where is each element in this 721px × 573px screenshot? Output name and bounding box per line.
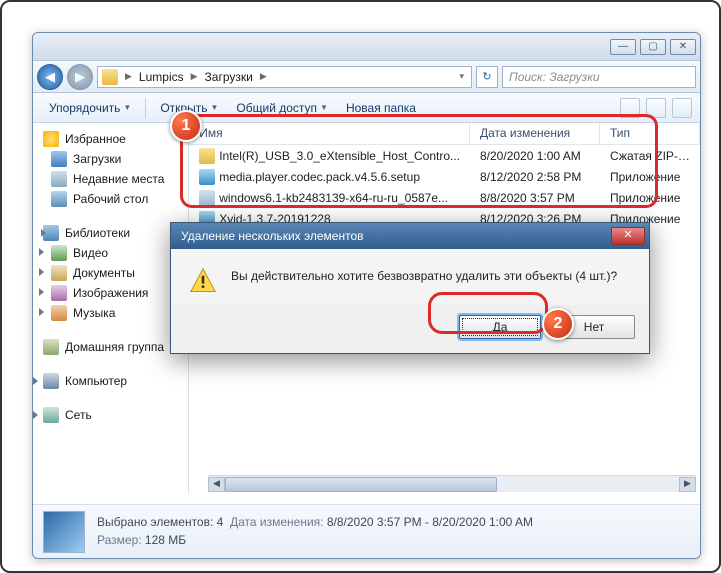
column-headers: Имя Дата изменения Тип xyxy=(189,123,700,145)
sidebar-favorites[interactable]: Избранное xyxy=(33,129,188,149)
downloads-icon xyxy=(51,151,67,167)
annotation-callout-1: 1 xyxy=(170,110,202,142)
file-name: windows6.1-kb2483139-x64-ru-ru_0587e... xyxy=(219,191,448,205)
scroll-left-icon[interactable]: ◀ xyxy=(208,477,225,492)
sidebar-item-desktop[interactable]: Рабочий стол xyxy=(33,189,188,209)
dialog-close-button[interactable]: ✕ xyxy=(611,227,645,245)
title-bar: — ▢ ✕ xyxy=(33,33,700,61)
sidebar-libraries[interactable]: Библиотеки xyxy=(33,223,188,243)
warning-icon xyxy=(189,267,217,295)
file-icon xyxy=(199,169,215,185)
dialog-title-bar: Удаление нескольких элементов ✕ xyxy=(171,223,649,249)
help-icon[interactable] xyxy=(672,98,692,118)
sidebar-item-documents[interactable]: Документы xyxy=(33,263,188,283)
sidebar-item-downloads[interactable]: Загрузки xyxy=(33,149,188,169)
status-date: 8/8/2020 3:57 PM - 8/20/2020 1:00 AM xyxy=(327,515,533,529)
music-icon xyxy=(51,305,67,321)
nav-row: ◀ ▶ ▶ Lumpics ▶ Загрузки ▶ ▾ ↻ Поиск: За… xyxy=(33,61,700,93)
delete-confirm-dialog: Удаление нескольких элементов ✕ Вы дейст… xyxy=(170,222,650,354)
file-date: 8/20/2020 1:00 AM xyxy=(470,149,600,163)
scroll-thumb[interactable] xyxy=(225,477,497,492)
sidebar-item-recent[interactable]: Недавние места xyxy=(33,169,188,189)
status-selected: Выбрано элементов: 4 xyxy=(97,515,223,529)
share-button[interactable]: Общий доступ ▼ xyxy=(228,97,336,119)
table-row[interactable]: Intel(R)_USB_3.0_eXtensible_Host_Contro.… xyxy=(189,145,700,166)
desktop-icon xyxy=(51,191,67,207)
file-name: media.player.codec.pack.v4.5.6.setup xyxy=(219,170,420,184)
sidebar-item-videos[interactable]: Видео xyxy=(33,243,188,263)
sidebar: Избранное Загрузки Недавние места Рабочи… xyxy=(33,123,189,493)
sidebar-homegroup[interactable]: Домашняя группа xyxy=(33,337,188,357)
file-type: Сжатая ZIP-па xyxy=(600,149,700,163)
col-name[interactable]: Имя xyxy=(189,123,470,144)
file-date: 8/8/2020 3:57 PM xyxy=(470,191,600,205)
status-bar: Выбрано элементов: 4 Дата изменения: 8/8… xyxy=(33,504,700,558)
breadcrumb-part[interactable]: Загрузки xyxy=(205,70,253,84)
forward-button[interactable]: ▶ xyxy=(67,64,93,90)
address-dropdown[interactable]: ▾ xyxy=(456,71,467,82)
homegroup-icon xyxy=(43,339,59,355)
horizontal-scrollbar[interactable]: ◀ ▶ xyxy=(208,475,696,492)
yes-button[interactable]: Да xyxy=(459,315,541,339)
minimize-button[interactable]: — xyxy=(610,39,636,55)
breadcrumb-part[interactable]: Lumpics xyxy=(139,70,184,84)
view-options-icon[interactable] xyxy=(620,98,640,118)
recent-icon xyxy=(51,171,67,187)
computer-icon xyxy=(43,373,59,389)
address-bar[interactable]: ▶ Lumpics ▶ Загрузки ▶ ▾ xyxy=(97,66,472,88)
file-type: Приложение xyxy=(600,191,700,205)
video-icon xyxy=(51,245,67,261)
toolbar: Упорядочить ▼ Открыть ▼ Общий доступ ▼ Н… xyxy=(33,93,700,123)
back-button[interactable]: ◀ xyxy=(37,64,63,90)
file-name: Intel(R)_USB_3.0_eXtensible_Host_Contro.… xyxy=(219,149,460,163)
file-icon xyxy=(199,148,215,164)
close-button[interactable]: ✕ xyxy=(670,39,696,55)
file-icon xyxy=(199,190,215,206)
maximize-button[interactable]: ▢ xyxy=(640,39,666,55)
dialog-title: Удаление нескольких элементов xyxy=(181,229,364,243)
sidebar-item-music[interactable]: Музыка xyxy=(33,303,188,323)
preview-pane-icon[interactable] xyxy=(646,98,666,118)
organize-button[interactable]: Упорядочить ▼ xyxy=(41,97,139,119)
col-date[interactable]: Дата изменения xyxy=(470,123,600,144)
table-row[interactable]: windows6.1-kb2483139-x64-ru-ru_0587e... 8… xyxy=(189,187,700,208)
sidebar-computer[interactable]: Компьютер xyxy=(33,371,188,391)
annotation-callout-2: 2 xyxy=(542,308,574,340)
network-icon xyxy=(43,407,59,423)
new-folder-button[interactable]: Новая папка xyxy=(338,97,424,119)
refresh-button[interactable]: ↻ xyxy=(476,66,498,88)
file-date: 8/12/2020 2:58 PM xyxy=(470,170,600,184)
sidebar-item-pictures[interactable]: Изображения xyxy=(33,283,188,303)
search-input[interactable]: Поиск: Загрузки xyxy=(502,66,696,88)
status-size: 128 МБ xyxy=(145,533,186,547)
col-type[interactable]: Тип xyxy=(600,123,700,144)
search-placeholder: Поиск: Загрузки xyxy=(509,70,600,84)
sidebar-network[interactable]: Сеть xyxy=(33,405,188,425)
scroll-right-icon[interactable]: ▶ xyxy=(679,477,696,492)
document-icon xyxy=(51,265,67,281)
folder-icon xyxy=(102,69,118,85)
picture-icon xyxy=(51,285,67,301)
dialog-message: Вы действительно хотите безвозвратно уда… xyxy=(231,267,617,295)
selection-thumbnail xyxy=(43,511,85,553)
table-row[interactable]: media.player.codec.pack.v4.5.6.setup 8/12… xyxy=(189,166,700,187)
star-icon xyxy=(43,131,59,147)
file-type: Приложение xyxy=(600,170,700,184)
